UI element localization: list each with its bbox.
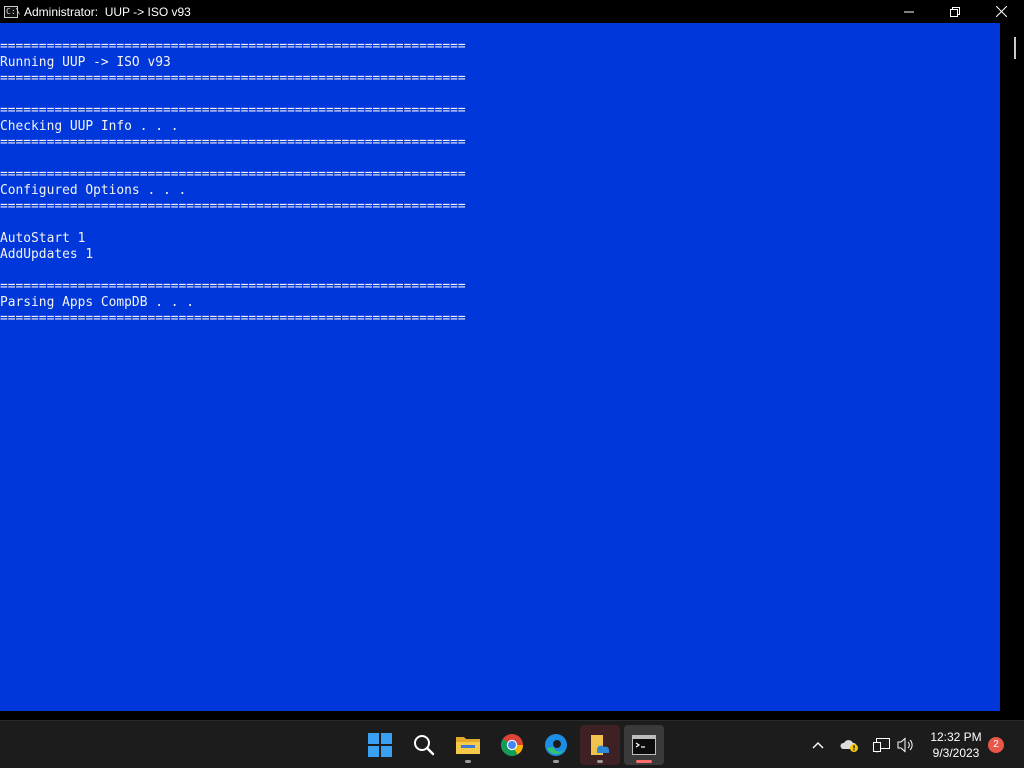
console-line: Running UUP -> ISO v93 xyxy=(0,55,171,70)
console-area[interactable]: ========================================… xyxy=(0,23,1000,711)
network-button[interactable] xyxy=(872,733,892,757)
console-line: ========================================… xyxy=(0,103,466,118)
console-line: Parsing Apps CompDB . . . xyxy=(0,295,195,310)
clock[interactable]: 12:32 PM 9/3/2023 xyxy=(924,729,988,761)
console-output: ========================================… xyxy=(0,23,1000,327)
console-line: ========================================… xyxy=(0,71,466,86)
maximize-icon xyxy=(950,6,960,17)
window-bottom-edge xyxy=(0,711,1024,720)
taskbar-terminal[interactable] xyxy=(624,725,664,765)
cmd-icon: C:\ xyxy=(4,5,21,18)
running-indicator xyxy=(553,760,559,763)
show-hidden-icons-button[interactable] xyxy=(808,733,828,757)
console-line: Checking UUP Info . . . xyxy=(0,119,179,134)
window-controls xyxy=(886,0,1024,23)
console-line: ========================================… xyxy=(0,311,466,326)
console-line: ========================================… xyxy=(0,39,466,54)
close-icon xyxy=(995,6,1007,17)
taskbar-file-explorer[interactable] xyxy=(448,725,488,765)
title-bar[interactable]: C:\ Administrator: UUP -> ISO v93 xyxy=(0,0,1024,23)
window-title: Administrator: UUP -> ISO v93 xyxy=(24,4,191,19)
clock-date: 9/3/2023 xyxy=(932,746,980,760)
volume-icon xyxy=(897,737,913,753)
cloud-warning-icon xyxy=(840,740,858,752)
onedrive-tray-button[interactable] xyxy=(840,733,860,757)
scrollbar[interactable] xyxy=(1000,23,1024,711)
taskbar-edge[interactable] xyxy=(536,725,576,765)
start-icon xyxy=(368,733,392,757)
maximize-button[interactable] xyxy=(932,0,978,23)
clock-time: 12:32 PM xyxy=(930,730,982,744)
active-indicator xyxy=(636,760,652,763)
console-line: Configured Options . . . xyxy=(0,183,187,198)
chevron-up-icon xyxy=(812,742,824,749)
chrome-icon xyxy=(501,734,523,756)
console-line: AutoStart 1 xyxy=(0,231,86,246)
onedrive-folder-icon xyxy=(591,735,609,755)
scrollbar-thumb[interactable] xyxy=(1014,37,1016,59)
notification-badge[interactable]: 2 xyxy=(988,737,1004,753)
console-line: ========================================… xyxy=(0,199,466,214)
minimize-button[interactable] xyxy=(886,0,932,23)
edge-icon xyxy=(545,734,567,756)
taskbar: 12:32 PM 9/3/2023 2 xyxy=(0,720,1024,768)
file-explorer-icon xyxy=(456,737,480,754)
terminal-icon xyxy=(632,735,656,755)
console-line: ========================================… xyxy=(0,279,466,294)
minimize-icon xyxy=(904,11,914,12)
network-icon xyxy=(873,738,890,753)
search-button[interactable] xyxy=(404,725,444,765)
running-indicator xyxy=(465,760,471,763)
start-button[interactable] xyxy=(360,725,400,765)
console-line: ========================================… xyxy=(0,135,466,150)
taskbar-onedrive-folder[interactable] xyxy=(580,725,620,765)
volume-button[interactable] xyxy=(896,733,916,757)
search-icon xyxy=(414,735,435,756)
console-line: ========================================… xyxy=(0,167,466,182)
taskbar-chrome[interactable] xyxy=(492,725,532,765)
close-button[interactable] xyxy=(978,0,1024,23)
running-indicator xyxy=(597,760,603,763)
console-line: AddUpdates 1 xyxy=(0,247,94,262)
